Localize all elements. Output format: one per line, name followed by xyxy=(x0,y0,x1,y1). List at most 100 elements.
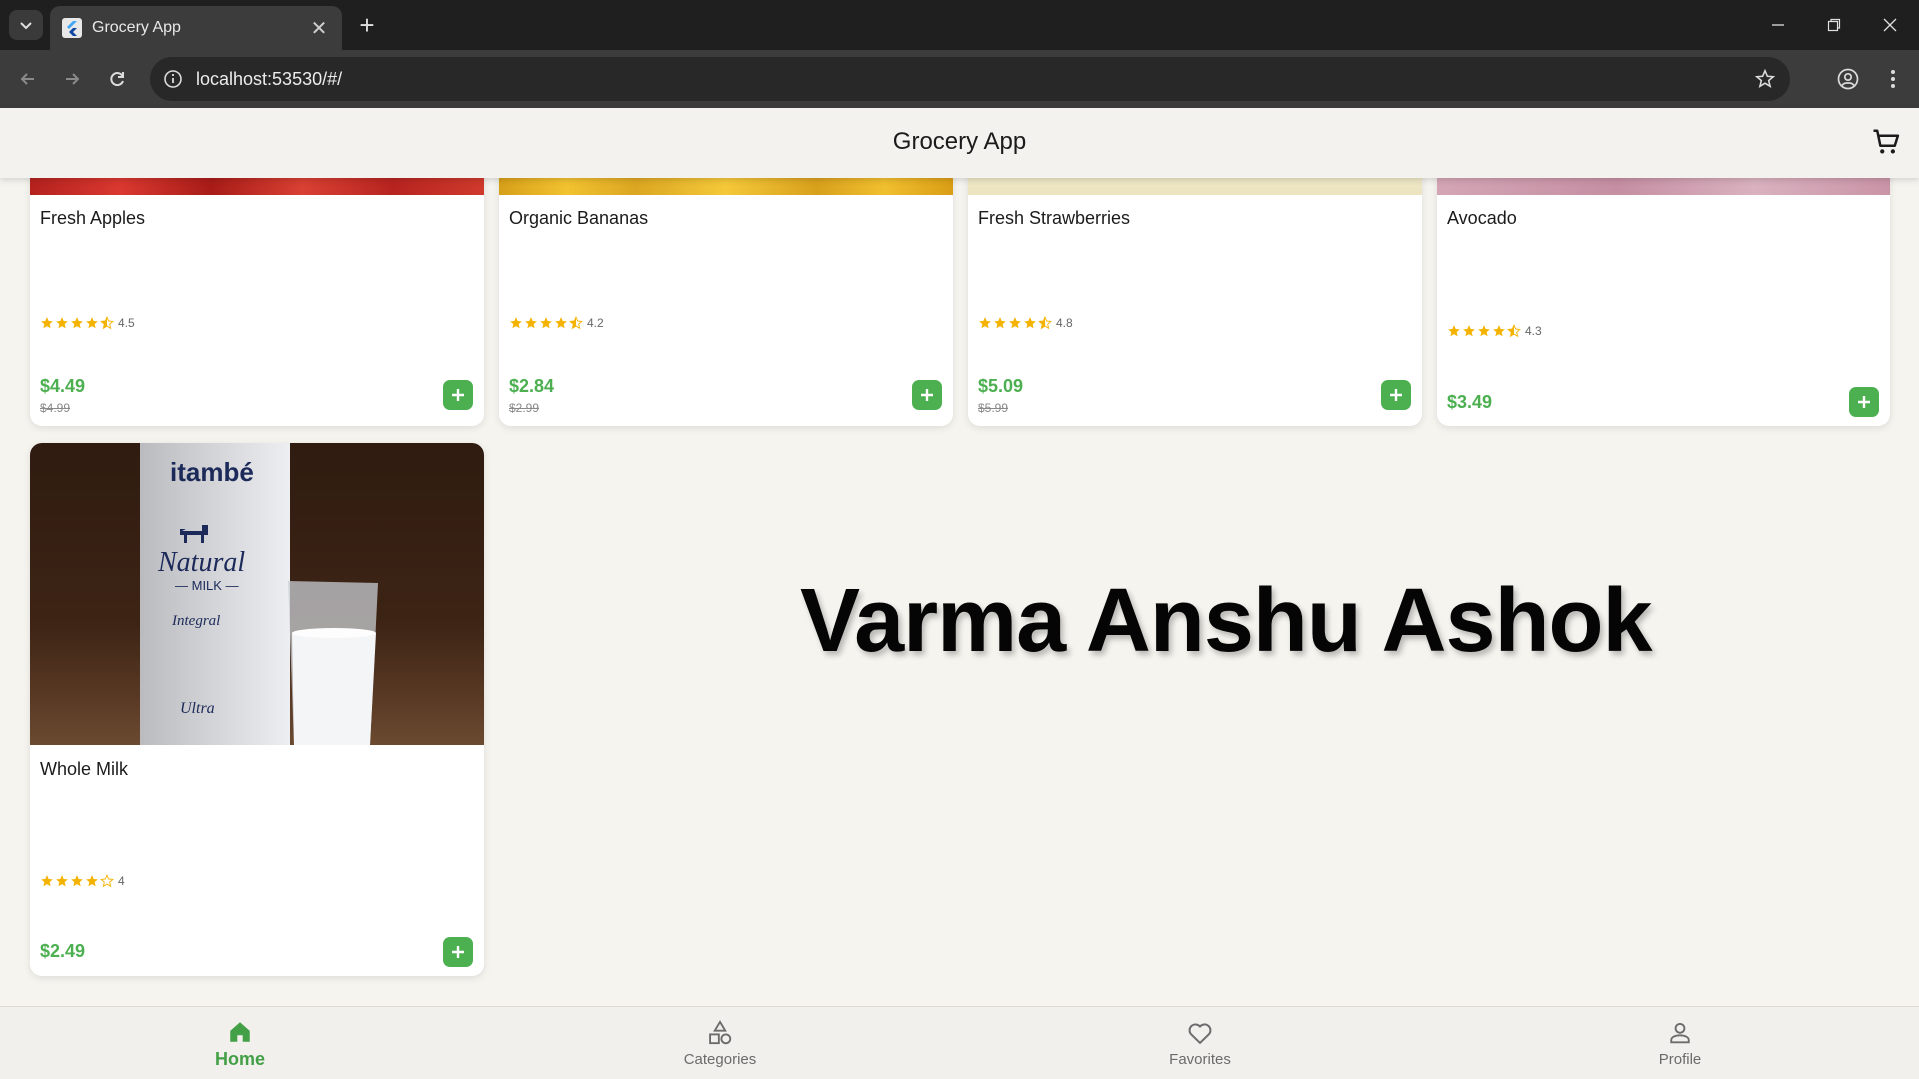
rating-stars: 4.5 xyxy=(40,316,135,330)
star-icon xyxy=(86,875,98,887)
product-price: $5.09 xyxy=(978,376,1024,396)
product-name: Whole Milk xyxy=(40,759,129,779)
star-icon xyxy=(71,317,83,329)
forward-button[interactable] xyxy=(56,63,88,95)
add-to-cart-button[interactable] xyxy=(912,380,942,410)
product-card[interactable]: Fresh Strawberries 4.8 $5.09 $5.99 xyxy=(968,150,1422,426)
star-icon xyxy=(1009,317,1021,329)
product-card[interactable]: Avocado 4.3 $3.49 xyxy=(1437,150,1890,426)
star-icon xyxy=(1463,325,1475,337)
product-price: $2.49 xyxy=(40,941,86,961)
star-icon xyxy=(56,317,68,329)
product-price: $3.49 xyxy=(1447,392,1493,412)
star-half-icon xyxy=(569,316,583,330)
milk-label-integral: Integral xyxy=(171,613,220,629)
shopping-cart-icon[interactable] xyxy=(1871,127,1901,157)
star-outline-icon xyxy=(100,874,114,888)
add-to-cart-button[interactable] xyxy=(1381,380,1411,410)
nav-item-home[interactable]: Home xyxy=(120,1007,360,1079)
star-icon xyxy=(979,317,991,329)
star-half-icon xyxy=(1038,316,1052,330)
browser-menu-button[interactable] xyxy=(1877,63,1909,95)
bottom-navigation-bar: Home Categories Favorites Profile xyxy=(0,1006,1919,1079)
nav-label: Favorites xyxy=(1169,1051,1231,1068)
rating-stars: 4 xyxy=(40,874,125,888)
star-icon xyxy=(994,317,1006,329)
overlay-name-text: Varma Anshu Ashok xyxy=(800,571,1653,671)
nav-item-profile[interactable]: Profile xyxy=(1560,1007,1800,1079)
more-vertical-icon xyxy=(1891,70,1895,88)
close-icon xyxy=(1883,18,1897,32)
star-icon xyxy=(1493,325,1505,337)
milk-brand: itambé xyxy=(170,457,254,487)
nav-item-categories[interactable]: Categories xyxy=(600,1007,840,1079)
close-window-button[interactable] xyxy=(1862,0,1918,50)
rating-stars: 4.2 xyxy=(509,316,604,330)
nav-label: Home xyxy=(214,1049,265,1069)
product-name: Organic Bananas xyxy=(509,208,649,228)
product-card[interactable]: Fresh Apples 4.5 $4.49 $4.99 xyxy=(30,150,484,426)
tab-close-icon[interactable]: ✕ xyxy=(308,16,330,41)
add-to-cart-button[interactable] xyxy=(443,937,473,967)
minimize-button[interactable] xyxy=(1750,0,1806,50)
product-name: Avocado xyxy=(1447,208,1517,228)
new-tab-button[interactable]: + xyxy=(352,10,382,40)
plus-icon xyxy=(1390,389,1402,401)
arrow-right-icon xyxy=(66,73,80,85)
add-to-cart-button[interactable] xyxy=(1849,387,1879,417)
nav-item-favorites[interactable]: Favorites xyxy=(1080,1007,1320,1079)
back-button[interactable] xyxy=(12,63,44,95)
flutter-favicon-icon xyxy=(62,18,82,38)
reload-icon xyxy=(110,72,124,87)
milk-label-milk: — MILK — xyxy=(175,578,239,593)
bookmark-star-icon[interactable] xyxy=(1754,68,1776,90)
chevron-down-icon xyxy=(20,22,32,30)
restore-button[interactable] xyxy=(1806,0,1862,50)
tab-search-button[interactable] xyxy=(9,10,43,40)
star-icon xyxy=(56,875,68,887)
star-icon xyxy=(86,317,98,329)
add-to-cart-button[interactable] xyxy=(443,380,473,410)
plus-icon xyxy=(452,946,464,958)
product-name: Fresh Apples xyxy=(40,208,146,228)
address-bar[interactable]: localhost:53530/#/ xyxy=(150,57,1790,101)
rating-value: 4.8 xyxy=(1056,316,1073,330)
nav-label: Profile xyxy=(1658,1051,1702,1068)
person-icon xyxy=(1670,1022,1690,1044)
app-bar: Grocery App xyxy=(0,108,1919,178)
product-price: $2.84 xyxy=(509,376,555,396)
product-name: Fresh Strawberries xyxy=(978,208,1131,228)
categories-icon xyxy=(709,1020,732,1045)
minimize-icon xyxy=(1772,24,1784,26)
plus-icon xyxy=(1858,396,1870,408)
star-half-icon xyxy=(1507,324,1521,338)
account-circle-icon xyxy=(1837,68,1859,90)
star-icon xyxy=(41,875,53,887)
nav-label: Categories xyxy=(683,1051,757,1068)
milk-label-natural: Natural xyxy=(157,547,245,578)
rating-stars: 4.3 xyxy=(1447,324,1542,338)
milk-label-ultra: Ultra xyxy=(180,700,215,717)
product-card[interactable]: Organic Bananas 4.2 $2.84 $2.99 xyxy=(499,150,953,426)
star-icon xyxy=(1478,325,1490,337)
star-icon xyxy=(510,317,522,329)
browser-toolbar: localhost:53530/#/ xyxy=(0,50,1919,108)
heart-icon xyxy=(1188,1023,1212,1044)
star-half-icon xyxy=(100,316,114,330)
profile-button[interactable] xyxy=(1832,63,1864,95)
home-icon xyxy=(230,1022,250,1042)
site-info-icon[interactable] xyxy=(162,68,184,90)
product-card[interactable]: itambé Natural — MILK — Integral Ultra W… xyxy=(30,443,484,976)
product-price: $4.49 xyxy=(40,376,86,396)
rating-value: 4.3 xyxy=(1525,324,1542,338)
restore-icon xyxy=(1827,18,1841,32)
reload-button[interactable] xyxy=(101,63,133,95)
arrow-left-icon xyxy=(20,73,34,85)
original-price: $4.99 xyxy=(40,401,71,415)
original-price: $2.99 xyxy=(509,401,540,415)
star-icon xyxy=(540,317,552,329)
browser-tabstrip: Grocery App ✕ + xyxy=(0,0,1919,50)
browser-tab-active[interactable]: Grocery App ✕ xyxy=(50,6,342,50)
tab-title: Grocery App xyxy=(92,19,181,36)
url-text: localhost:53530/#/ xyxy=(196,69,343,89)
